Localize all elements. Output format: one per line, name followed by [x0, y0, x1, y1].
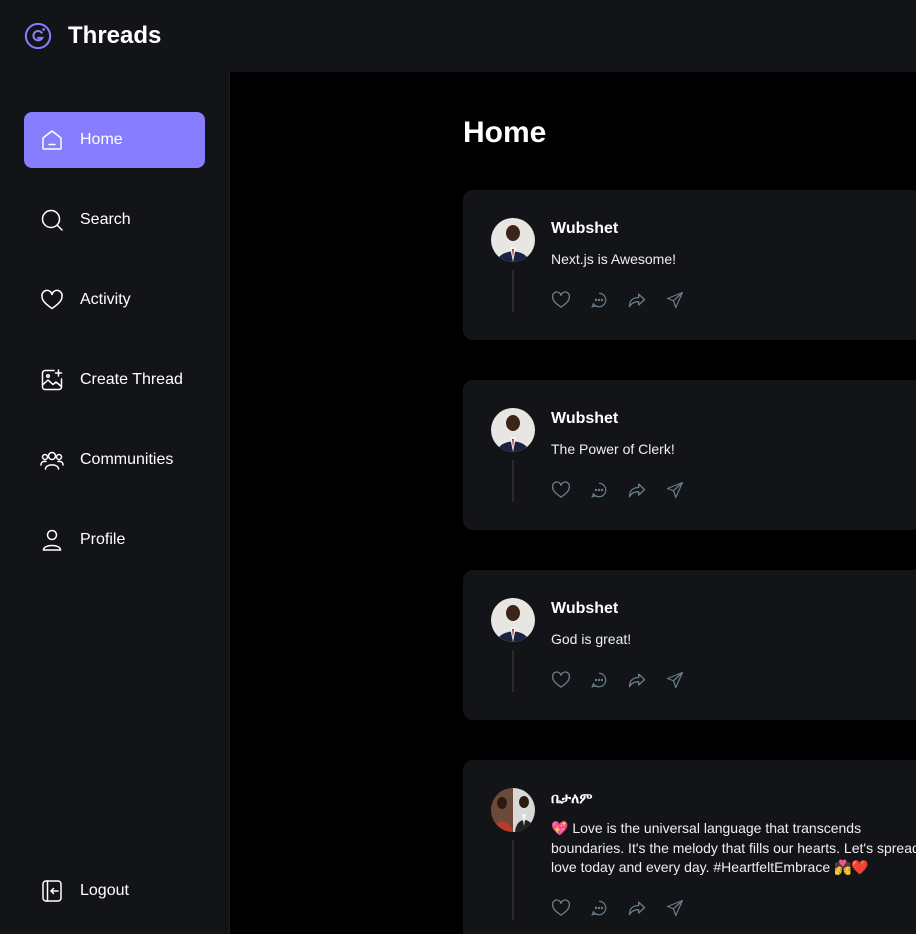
- logout-icon: [40, 879, 64, 903]
- thread-author[interactable]: Wubshet: [551, 410, 618, 428]
- thread-card: Wubshet The Power of Clerk!: [463, 380, 916, 530]
- top-bar: Threads: [0, 0, 916, 72]
- sidebar-item-create-thread[interactable]: Create Thread: [24, 352, 205, 408]
- like-heart-icon[interactable]: [551, 670, 571, 690]
- page-title: Home: [463, 116, 547, 149]
- logout-label: Logout: [80, 882, 129, 899]
- home-icon: [40, 128, 64, 152]
- sidebar-item-profile[interactable]: Profile: [24, 512, 205, 568]
- sidebar-item-label: Communities: [80, 451, 174, 468]
- share-send-icon[interactable]: [665, 670, 685, 690]
- avatar[interactable]: [491, 408, 535, 452]
- reply-icon[interactable]: [589, 290, 609, 310]
- share-send-icon[interactable]: [665, 290, 685, 310]
- sidebar-item-label: Create Thread: [80, 371, 183, 388]
- thread-card: Wubshet God is great!: [463, 570, 916, 720]
- reply-icon[interactable]: [589, 480, 609, 500]
- sidebar-item-communities[interactable]: Communities: [24, 432, 205, 488]
- avatar[interactable]: [491, 218, 535, 262]
- thread-line: [512, 650, 514, 692]
- threads-logo-icon[interactable]: [24, 22, 52, 50]
- brand-name[interactable]: Threads: [68, 22, 161, 50]
- avatar[interactable]: [491, 788, 535, 832]
- thread-card: ቤታለም 💖 Love is the universal language th…: [463, 760, 916, 934]
- thread-line: [512, 840, 514, 920]
- like-heart-icon[interactable]: [551, 290, 571, 310]
- left-sidebar: Home Search Activity Create Thread Commu…: [0, 72, 230, 934]
- sidebar-item-search[interactable]: Search: [24, 192, 205, 248]
- user-icon: [40, 528, 64, 552]
- repost-icon[interactable]: [627, 670, 647, 690]
- thread-text: God is great!: [551, 631, 632, 647]
- thread-card: Wubshet Next.js is Awesome!: [463, 190, 916, 340]
- thread-line: [512, 270, 514, 312]
- share-send-icon[interactable]: [665, 480, 685, 500]
- reply-icon[interactable]: [589, 670, 609, 690]
- thread-author[interactable]: Wubshet: [551, 600, 618, 618]
- sidebar-item-label: Activity: [80, 291, 131, 308]
- image-plus-icon: [40, 368, 64, 392]
- sidebar-item-home[interactable]: Home: [24, 112, 205, 168]
- thread-text: The Power of Clerk!: [551, 441, 675, 457]
- sidebar-item-label: Profile: [80, 531, 126, 548]
- like-heart-icon[interactable]: [551, 898, 571, 918]
- repost-icon[interactable]: [627, 480, 647, 500]
- thread-actions: [551, 290, 685, 310]
- repost-icon[interactable]: [627, 898, 647, 918]
- thread-actions: [551, 898, 685, 918]
- sidebar-item-activity[interactable]: Activity: [24, 272, 205, 328]
- users-icon: [40, 448, 64, 472]
- thread-text: 💖 Love is the universal language that tr…: [551, 820, 916, 875]
- reply-icon[interactable]: [589, 898, 609, 918]
- thread-line: [512, 460, 514, 502]
- share-send-icon[interactable]: [665, 898, 685, 918]
- logout-button[interactable]: Logout: [24, 863, 205, 919]
- sidebar-item-label: Home: [80, 131, 123, 148]
- thread-actions: [551, 480, 685, 500]
- avatar[interactable]: [491, 598, 535, 642]
- repost-icon[interactable]: [627, 290, 647, 310]
- thread-author[interactable]: Wubshet: [551, 220, 618, 238]
- thread-actions: [551, 670, 685, 690]
- thread-text: Next.js is Awesome!: [551, 251, 677, 267]
- heart-icon: [40, 288, 64, 312]
- like-heart-icon[interactable]: [551, 480, 571, 500]
- main-feed: Home Wubshet Next.js is Awesome! Wubshet…: [231, 72, 916, 934]
- thread-author[interactable]: ቤታለም: [551, 790, 592, 807]
- search-icon: [40, 208, 64, 232]
- sidebar-item-label: Search: [80, 211, 131, 228]
